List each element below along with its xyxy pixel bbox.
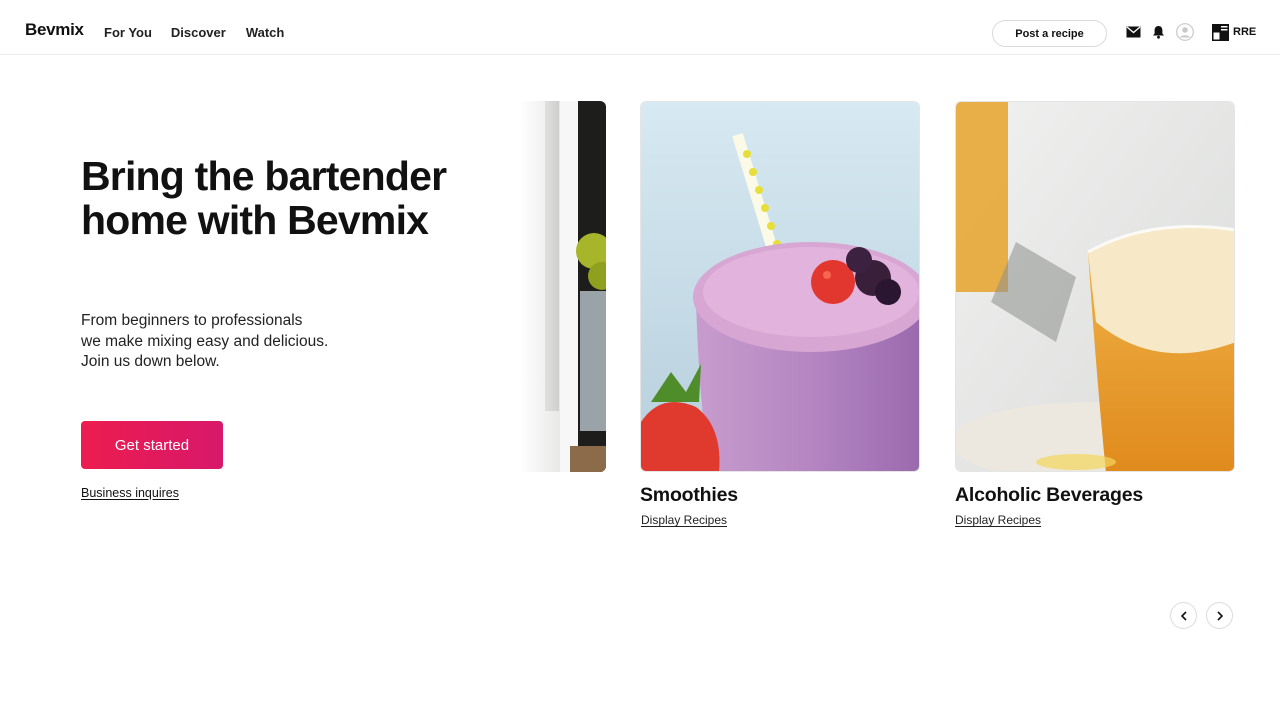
hero-subtitle-line: we make mixing easy and delicious. xyxy=(81,332,329,350)
hero-subtitle-line: Join us down below. xyxy=(81,353,220,370)
get-started-button[interactable]: Get started xyxy=(81,421,223,469)
carousel-prev-button[interactable] xyxy=(1170,602,1197,629)
chevron-left-icon xyxy=(1180,610,1187,621)
locale-label[interactable]: RRE xyxy=(1233,26,1256,38)
mail-icon[interactable] xyxy=(1125,24,1141,40)
alcoholic-beverages-card-image[interactable] xyxy=(955,101,1235,472)
bell-icon[interactable] xyxy=(1150,24,1166,40)
hero-title: Bring the bartender home with Bevmix xyxy=(81,153,447,243)
nav-discover[interactable]: Discover xyxy=(171,25,226,40)
post-recipe-button[interactable]: Post a recipe xyxy=(992,20,1107,47)
flag-icon[interactable] xyxy=(1212,24,1229,41)
carousel-card-partial-image[interactable] xyxy=(520,101,606,472)
alcoholic-beverages-display-recipes-link[interactable]: Display Recipes xyxy=(955,513,1041,527)
smoothies-card-title: Smoothies xyxy=(640,484,738,506)
main-nav: For You Discover Watch xyxy=(104,25,284,40)
smoothies-card-image[interactable] xyxy=(640,101,920,472)
smoothies-display-recipes-link[interactable]: Display Recipes xyxy=(641,513,727,527)
business-inquiries-link[interactable]: Business inquires xyxy=(81,486,179,500)
top-navigation-bar: Bevmix For You Discover Watch Post a rec… xyxy=(0,0,1280,55)
nav-for-you[interactable]: For You xyxy=(104,25,152,40)
hero-subtitle-line: From beginners to professionals xyxy=(81,312,303,329)
user-avatar-icon[interactable] xyxy=(1176,23,1194,41)
bevmix-logo[interactable]: Bevmix xyxy=(25,20,84,40)
chevron-right-icon xyxy=(1216,610,1223,621)
nav-watch[interactable]: Watch xyxy=(246,25,285,40)
carousel-next-button[interactable] xyxy=(1206,602,1233,629)
hero-subtitle: From beginners to professionals we make … xyxy=(81,311,421,373)
alcoholic-beverages-card-title: Alcoholic Beverages xyxy=(955,484,1144,506)
